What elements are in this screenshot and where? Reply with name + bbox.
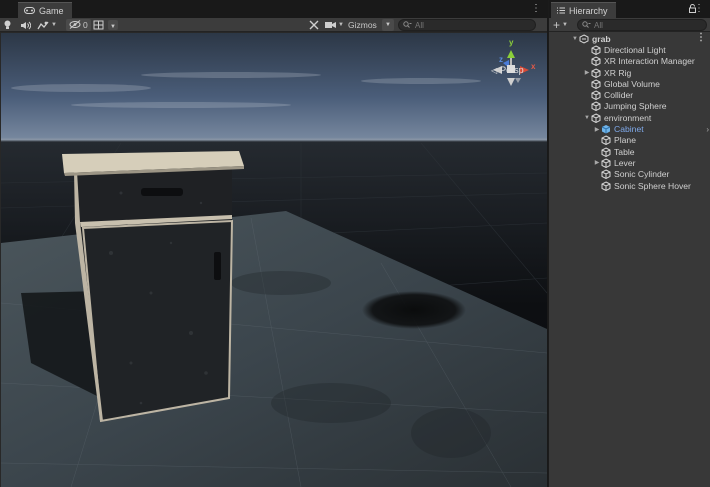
gameobject-icon bbox=[591, 56, 601, 67]
hierarchy-search-input[interactable]: All bbox=[577, 19, 707, 31]
hierarchy-item-jumping-sphere[interactable]: Jumping Sphere bbox=[549, 101, 710, 112]
add-dropdown-icon: ▼ bbox=[562, 22, 568, 28]
tab-game[interactable]: Game bbox=[18, 2, 72, 18]
hierarchy-panel: Hierarchy ⋮ + ▼ All ▼ grab ⋮ Directional… bbox=[548, 0, 710, 487]
scene-icon bbox=[579, 34, 589, 44]
game-viewport[interactable]: y x z bbox=[1, 33, 547, 487]
game-search-placeholder: All bbox=[415, 20, 424, 30]
collapsed-arrow-icon[interactable]: ▶ bbox=[593, 126, 601, 133]
gameobject-icon bbox=[601, 169, 611, 180]
gameobject-icon bbox=[591, 67, 601, 78]
game-search-input[interactable]: All bbox=[398, 19, 536, 31]
grid-icon[interactable]: ▼ bbox=[93, 19, 118, 31]
gizmo-x-label: x bbox=[531, 62, 536, 71]
search-icon bbox=[403, 20, 412, 30]
hierarchy-item-sonic-cylinder[interactable]: Sonic Cylinder bbox=[549, 169, 710, 180]
gameobject-icon bbox=[591, 45, 601, 55]
hierarchy-item-collider[interactable]: Collider bbox=[549, 90, 710, 101]
persp-label: Persp bbox=[500, 65, 524, 75]
hierarchy-item-directional-light[interactable]: Directional Light bbox=[549, 44, 710, 55]
hierarchy-item-xr-rig[interactable]: ▶ XR Rig bbox=[549, 67, 710, 78]
hierarchy-search-placeholder: All bbox=[594, 20, 603, 30]
visibility-toggle[interactable]: 0 bbox=[66, 19, 91, 31]
hierarchy-item-grab[interactable]: ▼ grab ⋮ bbox=[549, 32, 710, 44]
gizmos-button[interactable]: Gizmos bbox=[348, 19, 377, 31]
add-button[interactable]: + ▼ bbox=[553, 18, 568, 32]
gizmo-y-label: y bbox=[509, 38, 514, 47]
expand-arrow-icon[interactable]: ▼ bbox=[583, 115, 591, 121]
hierarchy-item-lever[interactable]: ▶ Lever bbox=[549, 157, 710, 168]
add-label: + bbox=[553, 18, 561, 32]
gameobject-icon bbox=[601, 147, 611, 157]
grab-options-icon[interactable]: ⋮ bbox=[696, 32, 706, 43]
tab-hierarchy-label: Hierarchy bbox=[569, 5, 608, 16]
game-panel: Game ⋮ ▼ 0 ▼ ▼ Gizmos ▼ All y x z ◁ Pers… bbox=[0, 0, 547, 487]
hierarchy-item-table[interactable]: Table bbox=[549, 146, 710, 157]
hierarchy-tabbar: Hierarchy ⋮ bbox=[549, 0, 710, 18]
list-icon bbox=[557, 6, 565, 16]
game-tabbar: Game ⋮ bbox=[0, 0, 547, 18]
tab-hierarchy[interactable]: Hierarchy bbox=[551, 2, 616, 18]
gameobject-icon bbox=[601, 180, 611, 191]
camera-dropdown-icon[interactable]: ▼ bbox=[338, 22, 344, 28]
gameobject-icon bbox=[601, 158, 611, 168]
game-more-options-icon[interactable]: ⋮ bbox=[531, 3, 541, 15]
hidden-eye-icon bbox=[69, 19, 81, 31]
audio-icon[interactable] bbox=[20, 19, 31, 31]
light-bulb-icon[interactable] bbox=[4, 19, 11, 31]
hierarchy-item-cabinet[interactable]: ▶ Cabinet › bbox=[549, 123, 710, 134]
effects-icon[interactable]: ▼ bbox=[37, 19, 57, 31]
game-toolbar: ▼ 0 ▼ ▼ Gizmos ▼ All bbox=[0, 18, 547, 32]
hierarchy-item-plane[interactable]: Plane bbox=[549, 135, 710, 146]
tab-game-label: Game bbox=[39, 5, 64, 16]
gameobject-icon bbox=[591, 101, 601, 112]
gamepad-icon bbox=[24, 6, 35, 16]
hierarchy-item-xr-interaction-manager[interactable]: XR Interaction Manager bbox=[549, 56, 710, 67]
gizmos-dropdown[interactable]: ▼ bbox=[382, 19, 394, 31]
collapsed-arrow-icon[interactable]: ▶ bbox=[583, 69, 591, 76]
grid-dropdown-icon[interactable]: ▼ bbox=[108, 20, 118, 30]
camera-icon[interactable]: ▼ bbox=[325, 19, 344, 31]
hierarchy-more-options-icon[interactable]: ⋮ bbox=[694, 3, 704, 15]
hierarchy-search-icon bbox=[582, 20, 591, 30]
gizmos-dropdown-icon: ▼ bbox=[385, 22, 391, 28]
hierarchy-toolbar: + ▼ All bbox=[549, 18, 710, 32]
open-prefab-icon[interactable]: › bbox=[706, 125, 709, 134]
gameobject-icon bbox=[591, 90, 601, 101]
gizmos-label: Gizmos bbox=[348, 20, 377, 30]
gameobject-icon bbox=[591, 79, 601, 89]
gameobject-icon bbox=[601, 135, 611, 146]
collapsed-arrow-icon[interactable]: ▶ bbox=[593, 159, 601, 166]
gameobject-icon bbox=[591, 113, 601, 123]
expand-arrow-icon[interactable]: ▼ bbox=[571, 36, 579, 42]
hierarchy-item-global-volume[interactable]: Global Volume bbox=[549, 78, 710, 89]
hierarchy-item-sonic-sphere-hover[interactable]: Sonic Sphere Hover bbox=[549, 180, 710, 191]
gizmo-z-label: z bbox=[499, 55, 503, 64]
tools-icon[interactable] bbox=[309, 19, 320, 31]
persp-arrow-icon: ◁ bbox=[491, 65, 498, 75]
effects-dropdown-icon[interactable]: ▼ bbox=[51, 22, 57, 28]
hierarchy-item-environment[interactable]: ▼ environment bbox=[549, 112, 710, 123]
persp-toggle[interactable]: ◁ Persp bbox=[491, 65, 524, 75]
scene-render bbox=[1, 33, 547, 487]
visibility-count: 0 bbox=[83, 20, 88, 30]
prefab-icon bbox=[601, 124, 611, 134]
